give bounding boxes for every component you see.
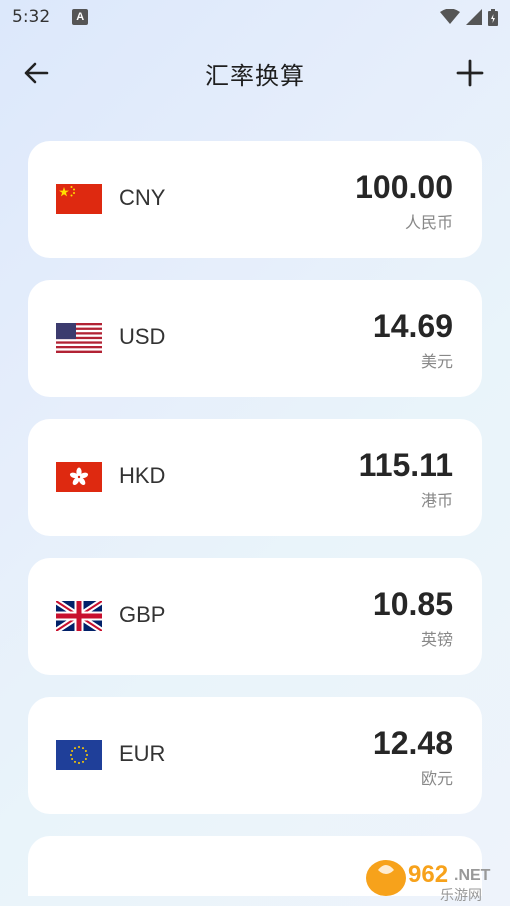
- currency-name: 美元: [420, 352, 453, 371]
- back-button[interactable]: [20, 57, 52, 89]
- currency-card-cny[interactable]: CNY 100.00 人民币: [28, 141, 482, 258]
- currency-amount[interactable]: 100.00: [355, 169, 453, 206]
- currency-card-gbp[interactable]: GBP 10.85 英镑: [28, 558, 482, 675]
- currency-card-hkd[interactable]: HKD 115.11 港币: [28, 419, 482, 536]
- currency-amount[interactable]: 115.11: [359, 447, 453, 484]
- watermark-logo: 962 .NET 乐游网: [366, 860, 491, 904]
- currency-code: USD: [119, 324, 166, 349]
- currency-code: EUR: [119, 741, 166, 766]
- page-title: 汇率换算: [205, 61, 305, 90]
- currency-code: GBP: [119, 602, 166, 627]
- currency-card-usd[interactable]: USD 14.69 美元: [28, 280, 482, 397]
- currency-code: HKD: [119, 463, 166, 488]
- currency-amount[interactable]: 12.48: [373, 725, 453, 762]
- signal-icon: [466, 9, 482, 25]
- svg-text:乐游网: 乐游网: [440, 888, 482, 904]
- status-icons: [440, 8, 498, 26]
- eu-flag-icon: [56, 740, 102, 770]
- us-flag-icon: [56, 323, 102, 353]
- app-header: 汇率换算: [0, 40, 510, 106]
- currency-code: CNY: [119, 185, 166, 210]
- svg-text:962: 962: [408, 861, 448, 888]
- hong-kong-flag-icon: [56, 462, 102, 492]
- wifi-icon: [440, 9, 460, 24]
- currency-name: 港币: [420, 491, 453, 510]
- currency-name: 人民币: [404, 213, 453, 232]
- currency-amount[interactable]: 10.85: [373, 586, 453, 623]
- uk-flag-icon: [56, 601, 102, 631]
- status-time: 5:32: [12, 7, 51, 27]
- svg-text:.NET: .NET: [454, 867, 491, 884]
- back-arrow-icon: [24, 62, 49, 84]
- add-currency-button[interactable]: [454, 57, 486, 89]
- notification-a-icon: A: [72, 9, 89, 25]
- currency-name: 英镑: [420, 630, 453, 649]
- currency-list: CNY 100.00 人民币 USD 14.69 美元 HKD 115.11 港…: [28, 141, 482, 896]
- currency-card-eur[interactable]: EUR 12.48 欧元: [28, 697, 482, 814]
- china-flag-icon: [56, 184, 102, 214]
- currency-amount[interactable]: 14.69: [373, 308, 453, 345]
- plus-icon: [456, 59, 484, 87]
- battery-icon: [488, 8, 498, 26]
- currency-name: 欧元: [420, 769, 453, 788]
- status-bar: 5:32 A: [0, 0, 510, 34]
